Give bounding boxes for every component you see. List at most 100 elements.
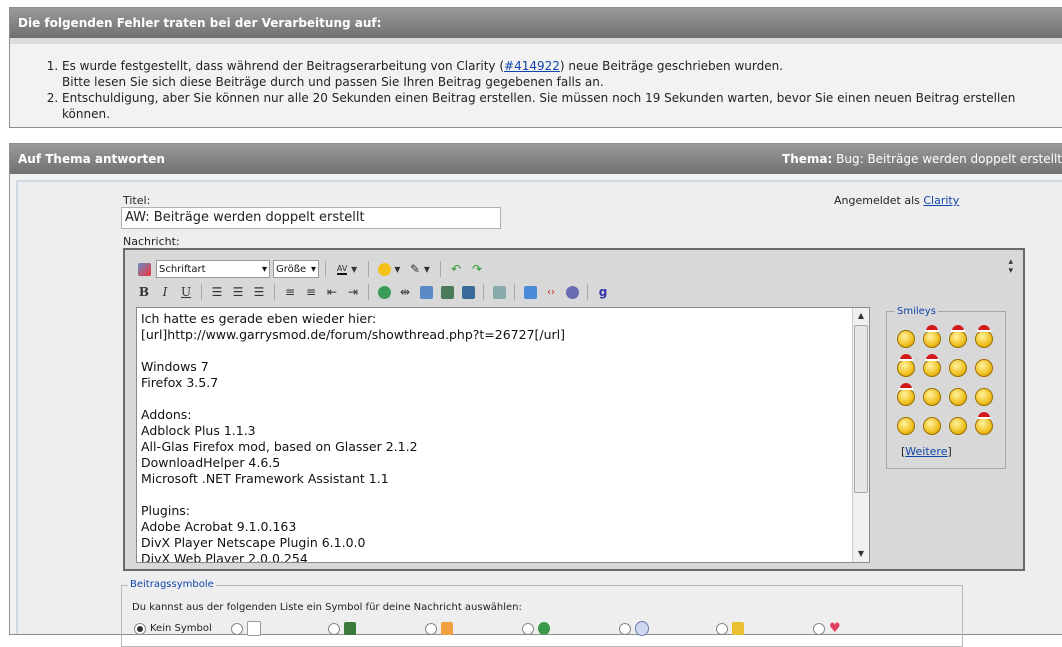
- toolbar-row-1: Schriftart ▾ Größe ▾ AV ▾ ▾ ✎ ▾ ↶ ↷: [135, 259, 486, 279]
- error-item-1: Es wurde festgestellt, dass während der …: [62, 58, 1062, 90]
- post-icon-picture[interactable]: [425, 621, 522, 636]
- toolbar-divider: [325, 261, 326, 277]
- smiley-hat-icon[interactable]: [975, 412, 993, 435]
- toolbar-divider: [483, 284, 484, 300]
- logged-in-info: Angemeldet als Clarity: [834, 194, 960, 207]
- user-link[interactable]: Clarity: [923, 194, 959, 207]
- email-icon[interactable]: [417, 283, 435, 301]
- undo-icon[interactable]: ↶: [447, 260, 465, 278]
- outdent-icon[interactable]: ⇤: [323, 283, 341, 301]
- radio-icon[interactable]: [134, 622, 146, 635]
- smiley-eek-icon[interactable]: [897, 417, 915, 435]
- toolbar-divider: [587, 284, 588, 300]
- reply-form: Titel: AW: Beiträge werden doppelt erste…: [16, 180, 1062, 647]
- underline-button[interactable]: U: [177, 283, 195, 301]
- radio-icon[interactable]: [813, 622, 825, 635]
- video-icon[interactable]: [459, 283, 477, 301]
- italic-button[interactable]: I: [156, 283, 174, 301]
- php-icon[interactable]: [563, 283, 581, 301]
- toolbar-divider: [368, 261, 369, 277]
- error-item-2: Entschuldigung, aber Sie können nur alle…: [62, 90, 1062, 122]
- font-select[interactable]: Schriftart ▾: [156, 260, 270, 278]
- radio-icon[interactable]: [425, 622, 437, 635]
- reply-header-title: Auf Thema antworten: [18, 152, 165, 166]
- post-link[interactable]: #414922: [504, 59, 560, 73]
- align-right-icon[interactable]: ☰: [250, 283, 268, 301]
- smiley-grid: [897, 325, 993, 435]
- post-icon-coins[interactable]: [716, 621, 813, 636]
- radio-icon[interactable]: [231, 622, 243, 635]
- remove-format-icon[interactable]: [135, 260, 153, 278]
- scroll-down-icon[interactable]: ▼: [853, 546, 869, 562]
- link-icon[interactable]: [375, 283, 393, 301]
- toolbar-row-2: B I U ☰ ☰ ☰ ≡ ≡ ⇤ ⇥ ⇹ ‹› g: [135, 282, 612, 302]
- more-smileys: [Weitere]: [901, 445, 952, 458]
- smiley-confused-icon[interactable]: [949, 359, 967, 377]
- message-textarea[interactable]: Ich hatte es gerade eben wieder hier: [u…: [136, 307, 870, 563]
- redo-icon[interactable]: ↷: [468, 260, 486, 278]
- image-icon[interactable]: [438, 283, 456, 301]
- editor: Schriftart ▾ Größe ▾ AV ▾ ▾ ✎ ▾ ↶ ↷ B I U …: [123, 248, 1025, 571]
- smiley-hat-icon[interactable]: [923, 325, 941, 348]
- bold-button[interactable]: B: [135, 283, 153, 301]
- post-icon-document[interactable]: [231, 621, 328, 636]
- smiley-smile-icon[interactable]: [923, 388, 941, 406]
- radio-icon[interactable]: [522, 622, 534, 635]
- post-icons-description: Du kannst aus der folgenden Liste ein Sy…: [132, 602, 522, 613]
- resize-toggle-icon[interactable]: ▴ ▾: [1008, 258, 1013, 276]
- smiley-hat-icon[interactable]: [897, 354, 915, 377]
- toolbar-divider: [368, 284, 369, 300]
- smiley-sad-icon[interactable]: [949, 417, 967, 435]
- smiley-hat-icon[interactable]: [923, 354, 941, 377]
- html-icon[interactable]: ‹›: [542, 283, 560, 301]
- toolbar-divider: [201, 284, 202, 300]
- scroll-thumb[interactable]: [854, 325, 868, 493]
- smiley-hat-icon[interactable]: [949, 325, 967, 348]
- radio-icon[interactable]: [619, 622, 631, 635]
- smiley-hat-icon[interactable]: [975, 325, 993, 348]
- coins-icon: [732, 622, 744, 635]
- post-icon-film[interactable]: [328, 621, 425, 636]
- smiley-grin-icon[interactable]: [975, 359, 993, 377]
- smileys-box: Smileys [Weitere]: [886, 306, 1006, 469]
- toolbar-divider: [514, 284, 515, 300]
- smiley-sad-icon[interactable]: [949, 388, 967, 406]
- unordered-list-icon[interactable]: ≡: [302, 283, 320, 301]
- post-icon-globe[interactable]: [522, 621, 619, 636]
- smiley-devil-icon[interactable]: [923, 417, 941, 435]
- reply-panel: Auf Thema antworten Thema: Bug: Beiträge…: [9, 143, 1062, 647]
- text-color-button[interactable]: AV ▾: [332, 260, 362, 278]
- heart-icon: ♥: [829, 621, 841, 636]
- indent-icon[interactable]: ⇥: [344, 283, 362, 301]
- reply-header: Auf Thema antworten Thema: Bug: Beiträge…: [10, 144, 1062, 174]
- ordered-list-icon[interactable]: ≡: [281, 283, 299, 301]
- scroll-up-icon[interactable]: ▲: [853, 308, 869, 324]
- unlink-icon[interactable]: ⇹: [396, 283, 414, 301]
- post-icon-none[interactable]: Kein Symbol: [134, 621, 231, 636]
- radio-icon[interactable]: [716, 622, 728, 635]
- post-icon-heart[interactable]: ♥: [813, 621, 910, 636]
- smiley-smile-icon[interactable]: [897, 330, 915, 348]
- quote-icon[interactable]: [490, 283, 508, 301]
- title-input[interactable]: AW: Beiträge werden doppelt erstellt: [121, 207, 501, 229]
- more-smileys-link[interactable]: Weitere: [905, 445, 947, 458]
- smiley-devil-icon[interactable]: [975, 388, 993, 406]
- attachment-icon[interactable]: ✎ ▾: [406, 260, 434, 278]
- code-icon[interactable]: [521, 283, 539, 301]
- size-select[interactable]: Größe ▾: [273, 260, 319, 278]
- smiley-menu-icon[interactable]: ▾: [375, 260, 403, 278]
- post-icon-cd[interactable]: [619, 621, 716, 636]
- google-icon[interactable]: g: [594, 283, 612, 301]
- error-item-1-line2: Bitte lesen Sie sich diese Beiträge durc…: [62, 75, 604, 89]
- smiley-hat-icon[interactable]: [897, 383, 915, 406]
- thread-title: Thema: Bug: Beiträge werden doppelt erst…: [782, 152, 1062, 166]
- align-left-icon[interactable]: ☰: [208, 283, 226, 301]
- error-header: Die folgenden Fehler traten bei der Vera…: [10, 8, 1062, 38]
- toolbar-divider: [274, 284, 275, 300]
- error-list: Es wurde festgestellt, dass während der …: [10, 58, 1062, 122]
- message-scrollbar[interactable]: ▲ ▼: [852, 308, 869, 562]
- smileys-title: Smileys: [895, 306, 938, 317]
- document-icon: [247, 621, 261, 636]
- radio-icon[interactable]: [328, 622, 340, 635]
- align-center-icon[interactable]: ☰: [229, 283, 247, 301]
